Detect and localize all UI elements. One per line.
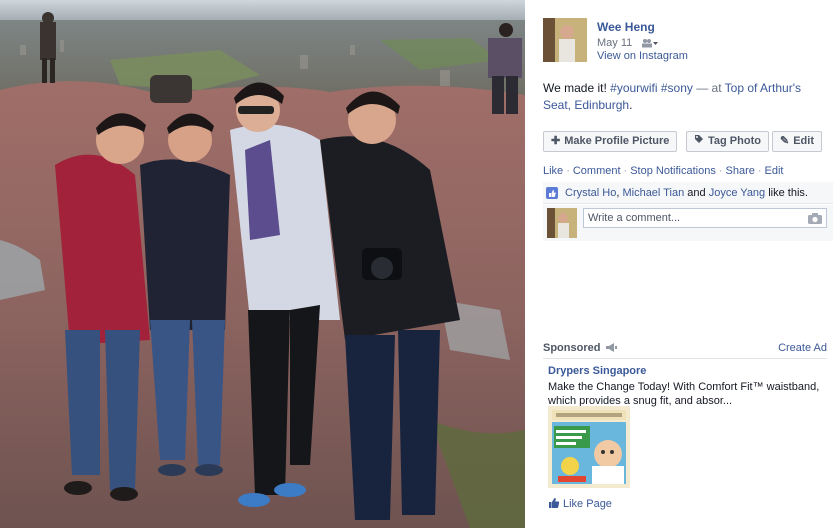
plus-icon: ✚ [551,135,561,147]
post-owner: Wee Heng May 11 View on Instagram [543,18,833,66]
post-date[interactable]: May 11 [597,37,632,49]
caption-at: — at [692,81,725,95]
caption-period: . [629,98,633,112]
make-profile-picture-button[interactable]: ✚ Make Profile Picture [543,131,678,152]
liker-crystal-ho[interactable]: Crystal Ho [565,187,616,199]
like-page-link[interactable]: Like Page [548,497,612,510]
stop-notifications-link[interactable]: Stop Notifications [630,165,716,177]
post-side-panel: Wee Heng May 11 View on Instagram We mad… [525,0,833,528]
photo-image [0,0,525,528]
ad-body: Make the Change Today! With Comfort Fit™… [548,381,820,407]
sponsored-heading: Sponsored [543,342,601,354]
thumbs-up-icon [546,187,558,199]
sponsored-section: Sponsored Create Ad [543,342,827,359]
ad-image[interactable] [548,406,630,488]
divider [543,358,827,359]
ad-image-art [548,406,630,488]
edit-button[interactable]: ✎ Edit [772,131,822,152]
owner-name[interactable]: Wee Heng [597,20,655,34]
owner-avatar[interactable] [543,18,587,62]
liker-michael-tian[interactable]: Michael Tian [622,187,684,199]
comment-input[interactable]: Write a comment... [583,208,827,228]
edit-label: Edit [793,135,814,147]
post-caption: We made it! #yourwifi #sony — at Top of … [543,80,823,114]
likes-summary: Crystal Ho, Michael Tian and Joyce Yang … [543,182,833,204]
comment-link[interactable]: Comment [573,165,621,177]
avatar-image [543,18,587,62]
thumbs-up-icon [549,498,560,508]
commenter-avatar [547,208,577,238]
like-link[interactable]: Like [543,165,563,177]
liker-joyce-yang[interactable]: Joyce Yang [709,187,765,199]
ad-title[interactable]: Drypers Singapore [548,365,646,377]
caption-text: We made it! [543,81,611,95]
comment-placeholder: Write a comment... [588,212,681,224]
create-ad-link[interactable]: Create Ad [778,342,827,354]
make-profile-label: Make Profile Picture [564,135,670,147]
view-on-instagram-link[interactable]: View on Instagram [597,50,688,62]
edit-link[interactable]: Edit [765,165,784,177]
like-page-label: Like Page [563,498,612,510]
tag-photo-button[interactable]: Tag Photo [686,131,769,152]
tag-icon [694,132,704,151]
audience-icon[interactable] [641,38,659,48]
pencil-icon: ✎ [780,135,790,147]
post-actions: Like · Comment · Stop Notifications · Share · Ed… [543,165,784,177]
tag-photo-label: Tag Photo [708,135,761,147]
camera-icon[interactable] [808,213,822,224]
post-photo[interactable] [0,0,525,528]
megaphone-icon [605,343,617,352]
share-link[interactable]: Share [726,165,755,177]
comment-composer: Write a comment... [543,205,833,241]
hashtag-sony[interactable]: #sony [661,81,693,95]
hashtag-yourwifi[interactable]: #yourwifi [610,81,657,95]
